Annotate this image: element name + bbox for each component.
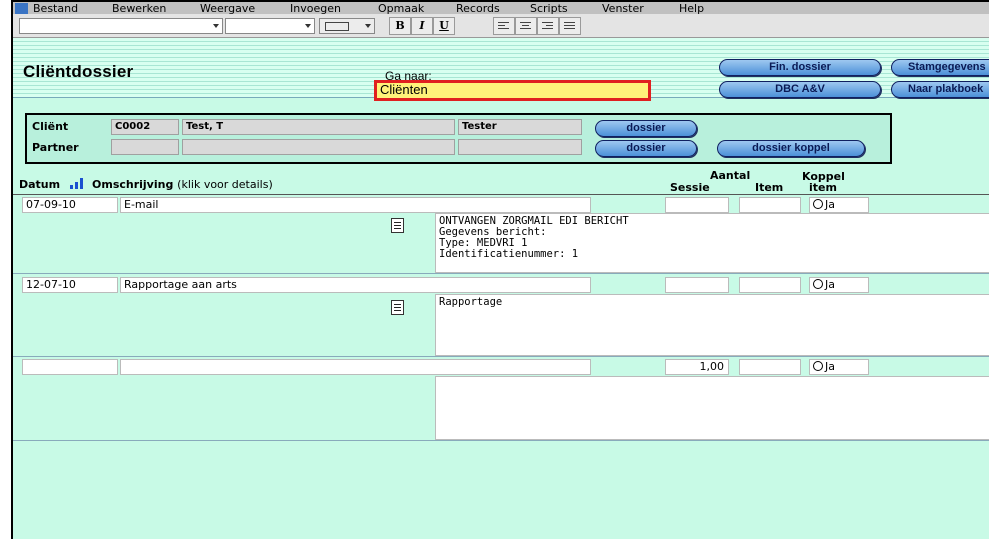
row-datum[interactable]: 12-07-10 [22, 277, 118, 293]
goto-field[interactable]: Cliënten [374, 80, 651, 101]
bold-button[interactable]: B [389, 17, 411, 35]
header-divider [13, 194, 989, 195]
radio-icon[interactable] [813, 361, 823, 371]
column-koppel-item: item [809, 181, 837, 194]
justify-button[interactable] [559, 17, 581, 35]
row-details[interactable]: ONTVANGEN ZORGMAIL EDI BERICHT Gegevens … [435, 213, 989, 273]
align-left-button[interactable] [493, 17, 515, 35]
chevron-down-icon [365, 24, 371, 28]
row-item[interactable] [739, 277, 801, 293]
font-select[interactable] [19, 18, 223, 34]
partner-name-field[interactable] [182, 139, 455, 155]
row-koppel[interactable]: Ja [809, 277, 869, 293]
partner-label: Partner [32, 141, 79, 154]
fin-dossier-button[interactable]: Fin. dossier [719, 59, 881, 76]
row-koppel-label: Ja [825, 198, 835, 211]
radio-icon[interactable] [813, 199, 823, 209]
row-divider [13, 273, 989, 274]
column-item: Item [755, 181, 784, 194]
chevron-down-icon [213, 24, 219, 28]
client-label: Cliënt [32, 120, 69, 133]
row-omschrijving[interactable]: Rapportage aan arts [120, 277, 591, 293]
row-aantal[interactable]: 1,00 [665, 359, 729, 375]
menu-bar: Bestand Bewerken Weergave Invoegen Opmaa… [13, 0, 989, 15]
sort-icon[interactable] [70, 178, 84, 189]
row-details[interactable]: Rapportage [435, 294, 989, 356]
align-center-button[interactable] [515, 17, 537, 35]
row-divider [13, 356, 989, 357]
dossier-koppel-button[interactable]: dossier koppel [717, 140, 865, 157]
row-omschrijving[interactable]: E-mail [120, 197, 591, 213]
client-name-field[interactable]: Test, T [182, 119, 455, 135]
column-aantal: Aantal [710, 169, 751, 182]
radio-icon[interactable] [813, 279, 823, 289]
row-details[interactable] [435, 376, 989, 440]
dbc-av-button[interactable]: DBC A&V [719, 81, 881, 98]
client-dossier-button[interactable]: dossier [595, 120, 697, 137]
row-item[interactable] [739, 359, 801, 375]
row-divider [13, 440, 989, 441]
partner-code-field[interactable] [111, 139, 179, 155]
row-aantal[interactable] [665, 277, 729, 293]
partner-role-field[interactable] [458, 139, 582, 155]
partner-dossier-button[interactable]: dossier [595, 140, 697, 157]
row-datum[interactable]: 07-09-10 [22, 197, 118, 213]
row-koppel-label: Ja [825, 360, 835, 373]
row-omschrijving[interactable] [120, 359, 591, 375]
row-datum[interactable] [22, 359, 118, 375]
row-koppel[interactable]: Ja [809, 197, 869, 213]
font-size-select[interactable] [225, 18, 315, 34]
border-style-select[interactable] [319, 18, 375, 34]
naar-plakboek-button[interactable]: Naar plakboek [891, 81, 989, 98]
page-title: Cliëntdossier [23, 62, 134, 81]
border-style-icon [325, 22, 349, 31]
client-panel: Cliënt C0002 Test, T Tester dossier Part… [25, 113, 892, 164]
client-code-field[interactable]: C0002 [111, 119, 179, 135]
note-icon[interactable] [391, 300, 404, 315]
underline-button[interactable]: U [433, 17, 455, 35]
row-koppel-label: Ja [825, 278, 835, 291]
app-icon[interactable] [15, 3, 28, 14]
column-omschrijving[interactable]: Omschrijving (klik voor details) [92, 178, 273, 191]
chevron-down-icon [305, 24, 311, 28]
note-icon[interactable] [391, 218, 404, 233]
column-sessie: Sessie [670, 181, 710, 194]
align-right-button[interactable] [537, 17, 559, 35]
column-omschrijving-label: Omschrijving [92, 178, 174, 191]
format-toolbar: B I U [13, 14, 989, 38]
column-datum[interactable]: Datum [19, 178, 60, 191]
column-omschrijving-hint: (klik voor details) [177, 178, 273, 191]
stamgegevens-button[interactable]: Stamgegevens [891, 59, 989, 76]
row-aantal[interactable] [665, 197, 729, 213]
row-koppel[interactable]: Ja [809, 359, 869, 375]
row-item[interactable] [739, 197, 801, 213]
client-role-field[interactable]: Tester [458, 119, 582, 135]
italic-button[interactable]: I [411, 17, 433, 35]
filemaker-window: Bestand Bewerken Weergave Invoegen Opmaa… [11, 0, 989, 539]
